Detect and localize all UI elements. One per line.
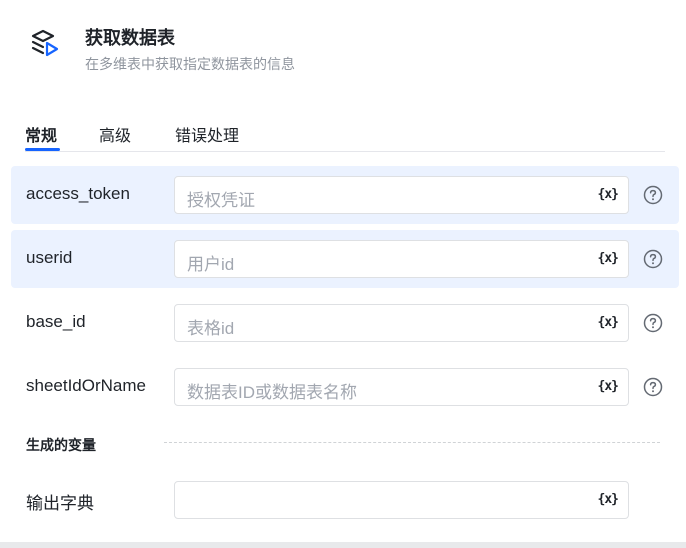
tab-bar: 常规 高级 错误处理 <box>25 118 665 152</box>
bottom-divider <box>0 542 686 548</box>
field-row-sheet-id-or-name: sheetIdOrName 数据表ID或数据表名称 {x} <box>11 358 679 416</box>
variable-insert-icon[interactable]: {x} <box>598 492 620 507</box>
input-placeholder: 表格id <box>187 319 235 338</box>
active-tab-indicator <box>25 148 60 151</box>
field-row-access-token: access_token 授权凭证 {x} <box>11 166 679 224</box>
field-label: sheetIdOrName <box>26 376 146 395</box>
input-placeholder: 数据表ID或数据表名称 <box>187 383 357 402</box>
layers-play-icon <box>31 29 59 57</box>
section-title: 生成的变量 <box>26 437 96 453</box>
field-label: base_id <box>26 312 86 331</box>
field-row-output-dict: 输出字典 {x} <box>11 471 679 529</box>
help-circle-icon[interactable] <box>643 185 663 205</box>
input-placeholder: 用户id <box>187 255 235 274</box>
output-dict-input[interactable]: {x} <box>174 481 629 519</box>
node-description: 在多维表中获取指定数据表的信息 <box>85 56 295 72</box>
userid-input[interactable]: 用户id {x} <box>174 240 629 278</box>
tab-general[interactable]: 常规 <box>25 122 57 146</box>
variable-insert-icon[interactable]: {x} <box>598 187 620 202</box>
base-id-input[interactable]: 表格id {x} <box>174 304 629 342</box>
sheet-id-or-name-input[interactable]: 数据表ID或数据表名称 {x} <box>174 368 629 406</box>
help-circle-icon[interactable] <box>643 377 663 397</box>
input-placeholder: 授权凭证 <box>187 191 255 210</box>
node-header: 获取数据表 在多维表中获取指定数据表的信息 <box>28 22 668 78</box>
field-row-base-id: base_id 表格id {x} <box>11 294 679 352</box>
output-variables-section: 生成的变量 <box>26 435 666 455</box>
tab-advanced[interactable]: 高级 <box>99 122 131 146</box>
field-label: userid <box>26 248 73 267</box>
help-circle-icon[interactable] <box>643 313 663 333</box>
field-row-userid: userid 用户id {x} <box>11 230 679 288</box>
variable-insert-icon[interactable]: {x} <box>598 379 620 394</box>
field-label: access_token <box>26 184 130 203</box>
tab-error-handling[interactable]: 错误处理 <box>175 122 239 146</box>
access-token-input[interactable]: 授权凭证 {x} <box>174 176 629 214</box>
variable-insert-icon[interactable]: {x} <box>598 315 620 330</box>
node-title: 获取数据表 <box>85 28 175 48</box>
help-circle-icon[interactable] <box>643 249 663 269</box>
section-divider <box>164 442 660 443</box>
field-label: 输出字典 <box>26 494 94 513</box>
variable-insert-icon[interactable]: {x} <box>598 251 620 266</box>
